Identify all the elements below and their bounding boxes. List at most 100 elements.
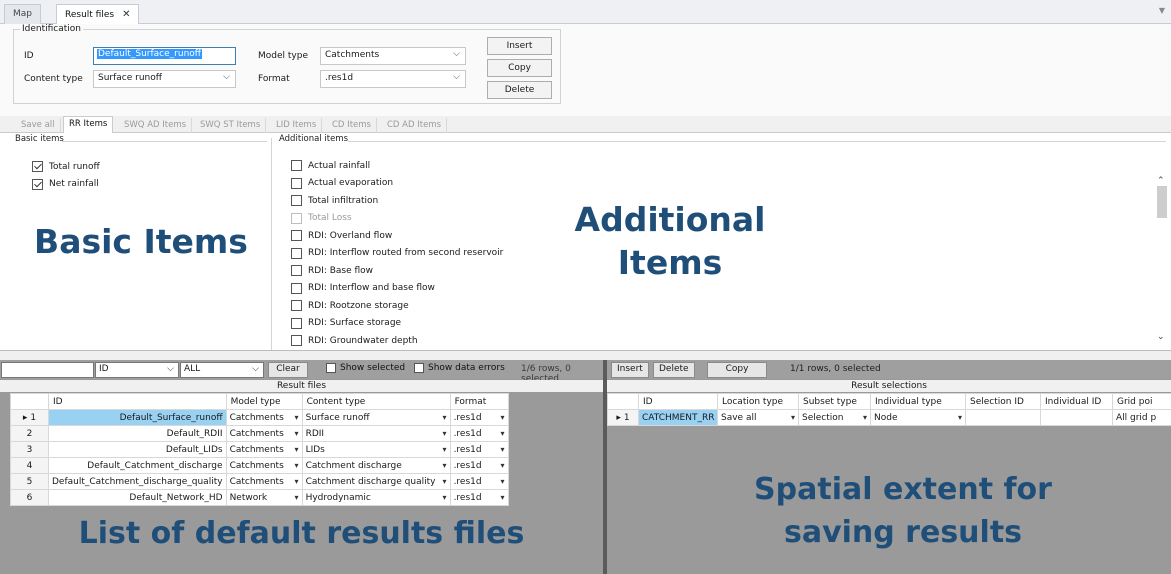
column-header[interactable]: Selection ID	[965, 393, 1041, 410]
dropdown-icon[interactable]: ▾	[295, 445, 299, 454]
column-header[interactable]: ID	[48, 393, 227, 410]
dropdown-icon[interactable]: ▾	[443, 445, 447, 454]
id-cell[interactable]: Default_LIDs	[48, 441, 227, 458]
chevron-down-icon[interactable]: ▼	[1159, 6, 1165, 15]
dropdown-icon[interactable]: ▾	[443, 429, 447, 438]
column-header[interactable]: Format	[449, 393, 509, 410]
model-type-select[interactable]: Catchments ⌵	[320, 47, 466, 65]
additional-item[interactable]: RDI: Overland flow	[291, 227, 503, 245]
tab-swq-ad-items[interactable]: SWQ AD Items	[119, 118, 193, 133]
close-icon[interactable]: ✕	[122, 9, 130, 20]
individual-type-cell[interactable]: Node ▾	[870, 409, 966, 426]
selection-id-cell[interactable]	[965, 409, 1041, 426]
content-type-cell[interactable]: Catchment discharge ▾	[301, 457, 451, 474]
model-type-cell[interactable]: Catchments ▾	[225, 425, 303, 442]
checkbox[interactable]	[291, 300, 302, 312]
dropdown-icon[interactable]: ▾	[443, 413, 447, 422]
column-header[interactable]: Location type	[717, 393, 799, 410]
dropdown-icon[interactable]: ▾	[295, 461, 299, 470]
tab-map[interactable]: Map	[4, 4, 41, 24]
id-cell[interactable]: Default_Network_HD	[48, 489, 227, 506]
delete-button[interactable]: Delete	[487, 81, 552, 99]
insert-button[interactable]: Insert	[611, 361, 649, 378]
checkbox[interactable]	[326, 362, 336, 373]
filter-select[interactable]: ALL ⌵	[180, 361, 264, 378]
location-type-cell[interactable]: Save all ▾	[717, 409, 799, 426]
model-type-cell[interactable]: Catchments ▾	[225, 457, 303, 474]
id-field[interactable]: Default_Surface_runoff	[93, 47, 236, 65]
checkbox[interactable]	[291, 160, 302, 172]
format-select[interactable]: .res1d ⌵	[320, 70, 466, 88]
scrollbar-thumb[interactable]	[1157, 186, 1167, 218]
grid-points-cell[interactable]: All grid p	[1112, 409, 1171, 426]
basic-item-net-rainfall[interactable]: Net rainfall	[32, 176, 100, 194]
checkbox[interactable]	[291, 317, 302, 329]
subset-type-cell[interactable]: Selection ▾	[798, 409, 871, 426]
column-header[interactable]: Model type	[225, 393, 303, 410]
content-type-cell[interactable]: RDII ▾	[301, 425, 451, 442]
tab-lid-items[interactable]: LID Items	[271, 118, 323, 133]
additional-item[interactable]: RDI: Base flow	[291, 262, 503, 280]
model-type-cell[interactable]: Catchments ▾	[225, 441, 303, 458]
model-type-cell[interactable]: Catchments ▾	[225, 473, 303, 490]
vertical-scrollbar[interactable]: ⌃ ⌄	[1155, 172, 1169, 350]
content-type-select[interactable]: Surface runoff ⌵	[93, 70, 236, 88]
content-type-cell[interactable]: Hydrodynamic ▾	[301, 489, 451, 506]
dropdown-icon[interactable]: ▾	[295, 429, 299, 438]
table-row[interactable]: ▸ 1 Default_Surface_runoff Catchments ▾ S…	[10, 409, 509, 426]
dropdown-icon[interactable]: ▾	[295, 413, 299, 422]
model-type-cell[interactable]: Catchments ▾	[225, 409, 303, 426]
chevron-up-icon[interactable]: ⌃	[1157, 176, 1165, 186]
checkbox[interactable]	[291, 247, 302, 259]
format-cell[interactable]: .res1d ▾	[449, 489, 509, 506]
copy-button[interactable]: Copy	[487, 59, 552, 77]
copy-button[interactable]: Copy	[707, 361, 767, 378]
show-data-errors-checkbox[interactable]: Show data errors	[414, 362, 505, 373]
dropdown-icon[interactable]: ▾	[863, 413, 867, 422]
table-row[interactable]: 2 Default_RDII Catchments ▾ RDII ▾ .res1d ▾	[10, 425, 509, 442]
basic-item-total-runoff[interactable]: Total runoff	[32, 158, 100, 176]
insert-button[interactable]: Insert	[487, 37, 552, 55]
field-select[interactable]: ID ⌵	[95, 361, 179, 378]
additional-item[interactable]: RDI: Interflow and base flow	[291, 280, 503, 298]
format-cell[interactable]: .res1d ▾	[449, 409, 509, 426]
row-number[interactable]: 2	[10, 425, 49, 442]
dropdown-icon[interactable]: ▾	[501, 461, 505, 470]
table-row[interactable]: 5 Default_Catchment_discharge_quality Ca…	[10, 473, 509, 490]
id-cell[interactable]: Default_Catchment_discharge	[48, 457, 227, 474]
dropdown-icon[interactable]: ▾	[295, 477, 299, 486]
column-header[interactable]: Content type	[301, 393, 451, 410]
tab-save-all[interactable]: Save all	[16, 118, 61, 133]
table-row[interactable]: 3 Default_LIDs Catchments ▾ LIDs ▾ .res1d ▾	[10, 441, 509, 458]
delete-button[interactable]: Delete	[653, 361, 695, 378]
individual-id-cell[interactable]	[1040, 409, 1113, 426]
dropdown-icon[interactable]: ▾	[501, 413, 505, 422]
checkbox[interactable]	[291, 195, 302, 207]
table-row[interactable]: 4 Default_Catchment_discharge Catchments…	[10, 457, 509, 474]
row-number[interactable]: 4	[10, 457, 49, 474]
checkbox[interactable]	[414, 362, 424, 373]
table-row[interactable]: ▸ 1 CATCHMENT_RR Save all ▾ Selection ▾ No…	[607, 409, 1171, 426]
additional-item[interactable]: Actual rainfall	[291, 157, 503, 175]
dropdown-icon[interactable]: ▾	[501, 429, 505, 438]
id-cell[interactable]: Default_Surface_runoff	[48, 409, 227, 426]
row-number[interactable]: 5	[10, 473, 49, 490]
content-type-cell[interactable]: Catchment discharge quality ▾	[301, 473, 451, 490]
row-number[interactable]: 6	[10, 489, 49, 506]
dropdown-icon[interactable]: ▾	[958, 413, 962, 422]
dropdown-icon[interactable]: ▾	[295, 493, 299, 502]
row-number[interactable]: 3	[10, 441, 49, 458]
row-number[interactable]: ▸ 1	[10, 409, 49, 426]
tab-cd-ad-items[interactable]: CD AD Items	[382, 118, 448, 133]
additional-item[interactable]: RDI: Rootzone storage	[291, 297, 503, 315]
dropdown-icon[interactable]: ▾	[501, 493, 505, 502]
additional-item[interactable]: RDI: Surface storage	[291, 315, 503, 333]
dropdown-icon[interactable]: ▾	[443, 493, 447, 502]
search-input[interactable]	[1, 361, 94, 378]
column-header[interactable]: Individual ID	[1040, 393, 1113, 410]
row-number[interactable]: ▸ 1	[607, 409, 639, 426]
format-cell[interactable]: .res1d ▾	[449, 473, 509, 490]
tab-swq-st-items[interactable]: SWQ ST Items	[195, 118, 267, 133]
id-cell[interactable]: CATCHMENT_RR	[638, 409, 718, 426]
splitter[interactable]	[0, 351, 1171, 360]
